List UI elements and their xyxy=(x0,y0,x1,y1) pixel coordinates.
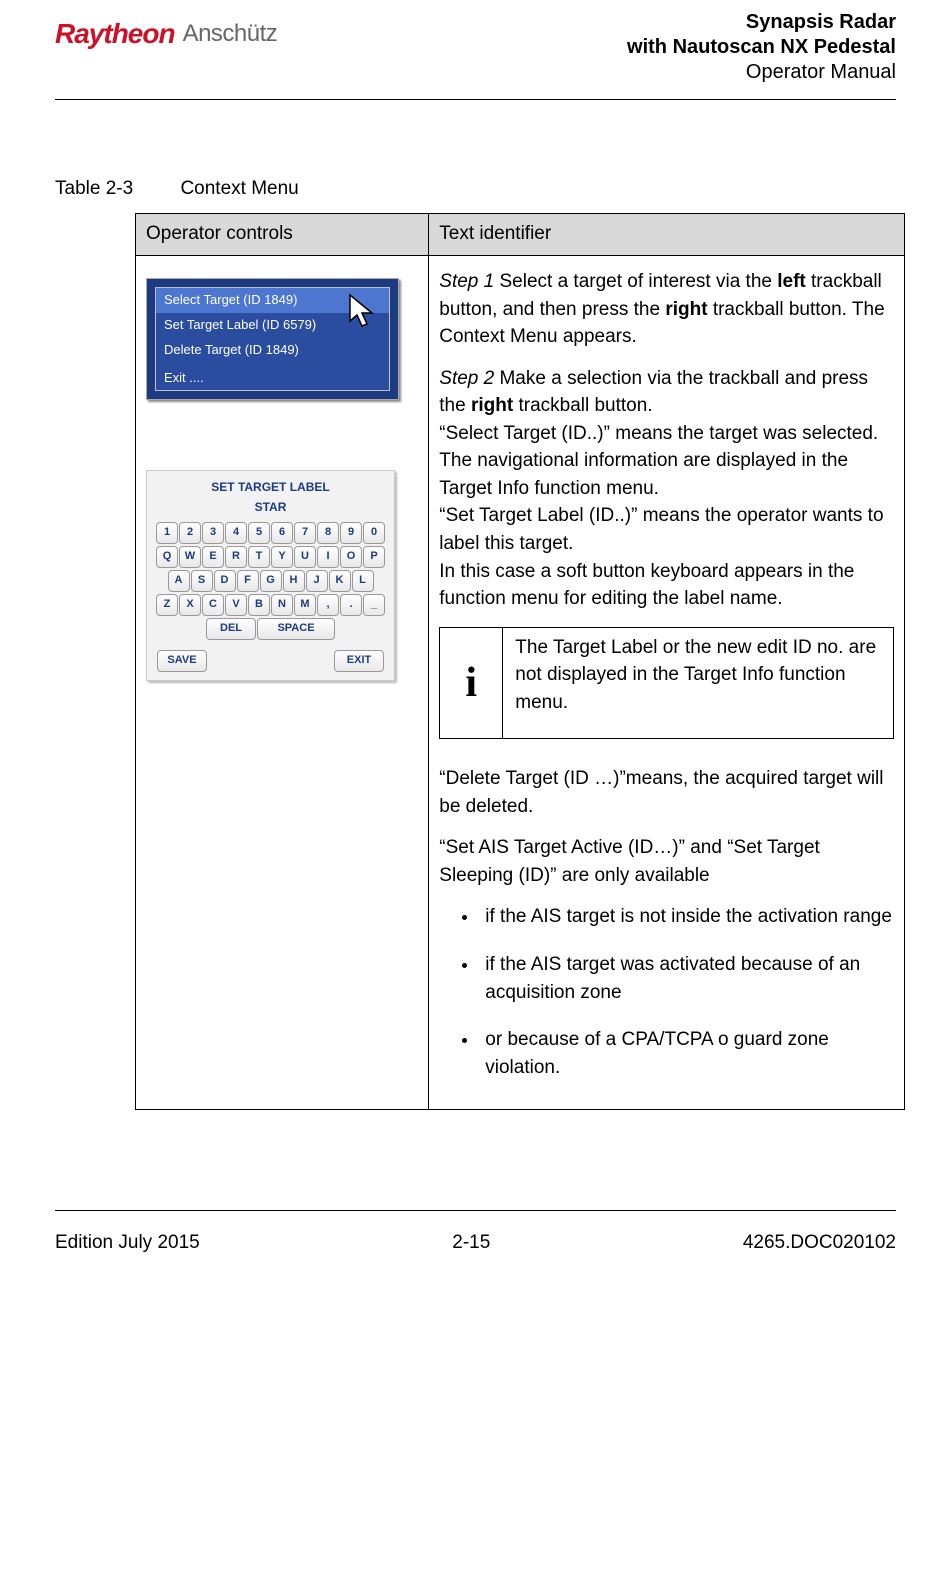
key: 0 xyxy=(363,522,385,544)
key: N xyxy=(271,594,293,616)
info-note-box: i The Target Label or the new edit ID no… xyxy=(439,627,894,740)
soft-keyboard-screenshot: SET TARGET LABEL STAR 1234567890QWERTYUI… xyxy=(146,470,395,680)
key: 5 xyxy=(248,522,270,544)
key: F xyxy=(237,570,259,592)
key: X xyxy=(179,594,201,616)
key: J xyxy=(306,570,328,592)
key: V xyxy=(225,594,247,616)
table-caption-number: Table 2-3 xyxy=(55,178,133,199)
key: 2 xyxy=(179,522,201,544)
cursor-icon xyxy=(348,293,378,329)
key: 4 xyxy=(225,522,247,544)
key: B xyxy=(248,594,270,616)
keyboard-row: ZXCVBNM,._ xyxy=(153,594,388,616)
doc-title-1: Synapsis Radar xyxy=(627,10,896,35)
key: G xyxy=(260,570,282,592)
doc-title-3: Operator Manual xyxy=(627,60,896,85)
set-label-text-a: “Set Target Label (ID..)” means the oper… xyxy=(439,505,883,554)
key-exit: EXIT xyxy=(334,650,384,672)
context-menu-screenshot: Select Target (ID 1849) Set Target Label… xyxy=(146,278,399,400)
footer-divider xyxy=(55,1210,896,1211)
context-menu-table: Operator controls Text identifier Select… xyxy=(135,213,905,1111)
key: P xyxy=(363,546,385,568)
table-header-col1: Operator controls xyxy=(136,213,429,256)
context-menu-item-exit: Exit .... xyxy=(156,363,389,391)
key: W xyxy=(179,546,201,568)
key: T xyxy=(248,546,270,568)
key: . xyxy=(340,594,362,616)
key: C xyxy=(202,594,224,616)
key: 9 xyxy=(340,522,362,544)
key: U xyxy=(294,546,316,568)
ais-bullet-2: if the AIS target was activated because … xyxy=(479,951,894,1006)
key-space: SPACE xyxy=(257,618,335,640)
table-caption-text: Context Menu xyxy=(180,178,298,199)
page-header: Raytheon Anschütz Synapsis Radar with Na… xyxy=(55,10,896,99)
ais-intro-text: “Set AIS Target Active (ID…)” and “Set T… xyxy=(439,834,894,889)
key: K xyxy=(329,570,351,592)
key: _ xyxy=(363,594,385,616)
delete-target-text: “Delete Target (ID …)”means, the acquire… xyxy=(439,765,894,820)
footer-right: 4265.DOC020102 xyxy=(743,1229,896,1257)
key: , xyxy=(317,594,339,616)
key: L xyxy=(352,570,374,592)
key: 1 xyxy=(156,522,178,544)
set-label-text-b: In this case a soft button keyboard appe… xyxy=(439,561,854,610)
step1-label: Step 1 xyxy=(439,271,494,292)
info-icon: i xyxy=(440,628,503,739)
keyboard-row: QWERTYUIOP xyxy=(153,546,388,568)
key: E xyxy=(202,546,224,568)
ais-bullet-1: if the AIS target is not inside the acti… xyxy=(479,903,894,931)
key: 8 xyxy=(317,522,339,544)
table-caption: Table 2-3 Context Menu xyxy=(55,175,896,203)
ais-conditions-list: if the AIS target is not inside the acti… xyxy=(439,903,894,1081)
key: R xyxy=(225,546,247,568)
doc-title-block: Synapsis Radar with Nautoscan NX Pedesta… xyxy=(627,10,896,85)
logo-secondary: Anschütz xyxy=(183,17,278,52)
logo-primary: Raytheon xyxy=(55,14,175,55)
brand-logo: Raytheon Anschütz xyxy=(55,10,277,55)
info-text: The Target Label or the new edit ID no. … xyxy=(503,628,893,739)
key: 3 xyxy=(202,522,224,544)
select-target-text: “Select Target (ID..)” means the target … xyxy=(439,423,878,499)
key: 7 xyxy=(294,522,316,544)
doc-title-2: with Nautoscan NX Pedestal xyxy=(627,35,896,60)
key-del: DEL xyxy=(206,618,256,640)
key: S xyxy=(191,570,213,592)
key: H xyxy=(283,570,305,592)
keyboard-row: ASDFGHJKL xyxy=(153,570,388,592)
step2-label: Step 2 xyxy=(439,368,494,389)
keyboard-entered-text: STAR xyxy=(153,499,388,516)
key: Y xyxy=(271,546,293,568)
step1-paragraph: Step 1 Select a target of interest via t… xyxy=(439,268,894,351)
key: Q xyxy=(156,546,178,568)
key: D xyxy=(214,570,236,592)
key-save: SAVE xyxy=(157,650,207,672)
step2-paragraph: Step 2 Make a selection via the trackbal… xyxy=(439,365,894,613)
header-divider xyxy=(55,99,896,100)
operator-controls-cell: Select Target (ID 1849) Set Target Label… xyxy=(136,256,429,1110)
key: A xyxy=(168,570,190,592)
ais-bullet-3: or because of a CPA/TCPA o guard zone vi… xyxy=(479,1026,894,1081)
key: O xyxy=(340,546,362,568)
footer-left: Edition July 2015 xyxy=(55,1229,200,1257)
key: 6 xyxy=(271,522,293,544)
table-header-col2: Text identifier xyxy=(429,213,905,256)
key: M xyxy=(294,594,316,616)
page-footer: Edition July 2015 2-15 4265.DOC020102 xyxy=(55,1229,896,1257)
text-identifier-cell: Step 1 Select a target of interest via t… xyxy=(429,256,905,1110)
footer-center: 2-15 xyxy=(452,1229,490,1257)
key: Z xyxy=(156,594,178,616)
context-menu-item-delete: Delete Target (ID 1849) xyxy=(156,338,389,363)
keyboard-row: 1234567890 xyxy=(153,522,388,544)
keyboard-title: SET TARGET LABEL xyxy=(153,479,388,496)
key: I xyxy=(317,546,339,568)
